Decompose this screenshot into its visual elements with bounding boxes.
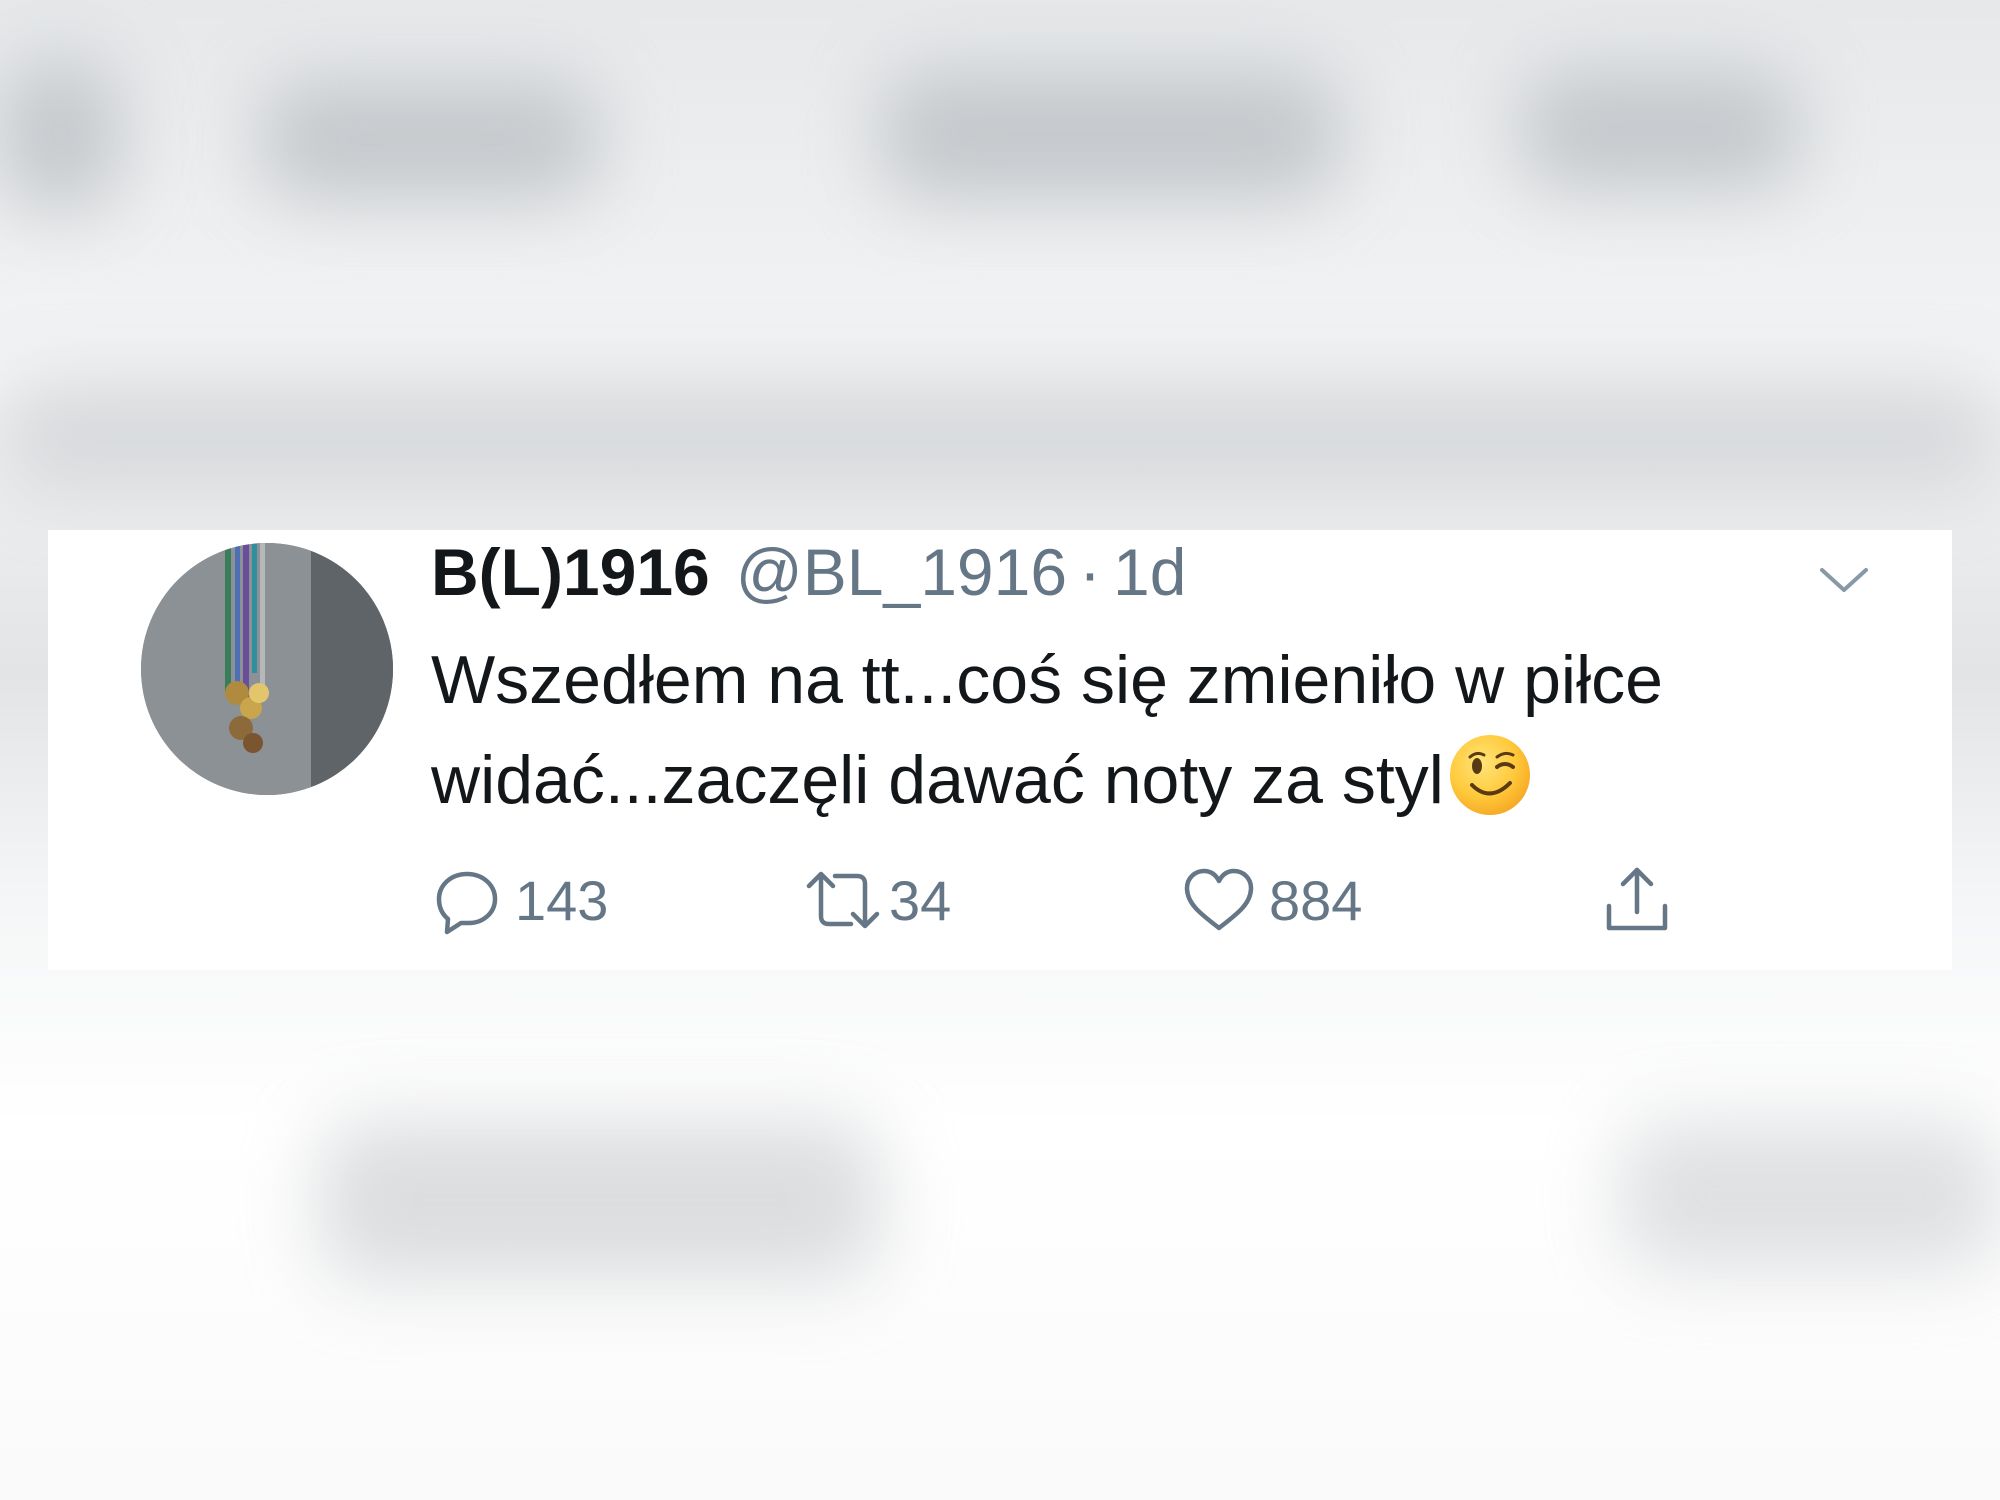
avatar[interactable] <box>141 543 393 795</box>
like-icon <box>1184 868 1254 931</box>
like-count: 884 <box>1269 868 1363 932</box>
retweet-icon <box>806 871 880 929</box>
wink-emoji-icon <box>1448 733 1532 817</box>
tweet-actions: 143 34 884 <box>431 860 1731 940</box>
reply-icon <box>436 871 498 935</box>
user-handle[interactable]: @BL_1916 <box>736 534 1067 610</box>
tweet-timestamp[interactable]: 1d <box>1113 534 1186 610</box>
tweet-menu-button[interactable] <box>1814 560 1874 600</box>
chevron-down-icon <box>1820 568 1868 592</box>
share-button[interactable] <box>1601 860 1673 940</box>
reply-count: 143 <box>515 868 609 932</box>
avatar-image <box>141 543 393 795</box>
tweet-text: Wszedłem na tt...coś się zmieniło w piłc… <box>431 630 1851 830</box>
tweet-header: B(L)1916 @BL_1916 · 1d <box>431 534 1186 614</box>
tweet-text-line-2: widać...zaczęli dawać noty za styl <box>431 742 1444 818</box>
display-name[interactable]: B(L)1916 <box>431 534 710 610</box>
reply-button[interactable]: 143 <box>431 860 608 940</box>
header-separator: · <box>1079 535 1102 609</box>
like-button[interactable]: 884 <box>1181 860 1362 940</box>
tweet-card[interactable]: B(L)1916 @BL_1916 · 1d Wszedłem na tt...… <box>48 530 1952 970</box>
share-icon <box>1606 867 1668 931</box>
retweet-button[interactable]: 34 <box>801 860 951 940</box>
tweet-text-line-1: Wszedłem na tt...coś się zmieniło w piłc… <box>431 642 1663 718</box>
retweet-count: 34 <box>889 868 952 932</box>
